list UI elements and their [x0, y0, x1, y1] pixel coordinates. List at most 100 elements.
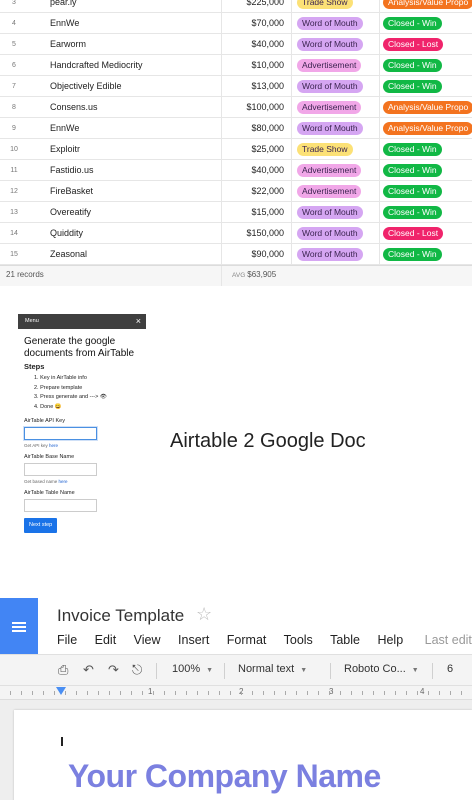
- amount-cell[interactable]: $15,000: [221, 202, 291, 223]
- company-name-cell[interactable]: Handcrafted Mediocrity: [50, 55, 220, 76]
- docs-logo-icon[interactable]: [0, 598, 38, 654]
- table-row[interactable]: 10 Exploitr $25,000 Trade Show Closed - Win: [0, 139, 472, 160]
- status-cell[interactable]: Closed - Win: [379, 181, 472, 202]
- source-cell[interactable]: Word of Mouth: [291, 13, 379, 34]
- status-cell[interactable]: Closed - Lost: [379, 223, 472, 244]
- api-key-input[interactable]: [24, 427, 97, 440]
- status-cell[interactable]: Closed - Win: [379, 160, 472, 181]
- table-row[interactable]: 14 Quiddity $150,000 Word of Mouth Closed - …: [0, 223, 472, 244]
- company-name-cell[interactable]: Quiddity: [50, 223, 220, 244]
- paint-format-icon[interactable]: ⎋: [132, 662, 142, 678]
- style-select[interactable]: Normal text ▼: [238, 663, 307, 675]
- amount-cell[interactable]: $100,000: [221, 97, 291, 118]
- amount-cell[interactable]: $150,000: [221, 223, 291, 244]
- redo-icon[interactable]: ↷: [108, 662, 119, 678]
- table-row[interactable]: 15 Zeasonal $90,000 Word of Mouth Closed - W…: [0, 244, 472, 265]
- table-row[interactable]: 9 EnnWe $80,000 Word of Mouth Analysis/Value…: [0, 118, 472, 139]
- source-cell[interactable]: Word of Mouth: [291, 202, 379, 223]
- status-cell[interactable]: Analysis/Value Propo: [379, 0, 472, 13]
- source-cell[interactable]: Word of Mouth: [291, 244, 379, 265]
- source-cell[interactable]: Advertisement: [291, 160, 379, 181]
- menu-edit[interactable]: Edit: [95, 633, 117, 647]
- menu-tools[interactable]: Tools: [284, 633, 313, 647]
- close-icon[interactable]: ×: [136, 314, 141, 329]
- font-size-select[interactable]: 6: [447, 663, 453, 675]
- amount-cell[interactable]: $70,000: [221, 13, 291, 34]
- company-name-cell[interactable]: Objectively Edible: [50, 76, 220, 97]
- menu-help[interactable]: Help: [377, 633, 403, 647]
- undo-icon[interactable]: ↶: [83, 662, 94, 678]
- table-row[interactable]: 13 Overeatify $15,000 Word of Mouth Closed -…: [0, 202, 472, 223]
- document-page[interactable]: Your Company Name: [14, 710, 472, 800]
- star-icon[interactable]: ☆: [196, 604, 212, 625]
- base-name-input[interactable]: [24, 463, 97, 476]
- source-cell[interactable]: Word of Mouth: [291, 118, 379, 139]
- font-select[interactable]: Roboto Co... ▼: [344, 663, 419, 675]
- table-row[interactable]: 7 Objectively Edible $13,000 Word of Mouth C…: [0, 76, 472, 97]
- source-cell[interactable]: Advertisement: [291, 55, 379, 76]
- source-cell[interactable]: Advertisement: [291, 181, 379, 202]
- status-cell[interactable]: Closed - Win: [379, 202, 472, 223]
- company-name-cell[interactable]: EnnWe: [50, 118, 220, 139]
- company-name-cell[interactable]: Consens.us: [50, 97, 220, 118]
- status-cell[interactable]: Closed - Win: [379, 76, 472, 97]
- status-cell[interactable]: Analysis/Value Propo: [379, 118, 472, 139]
- table-row[interactable]: 4 EnnWe $70,000 Word of Mouth Closed - Win: [0, 13, 472, 34]
- amount-cell[interactable]: $40,000: [221, 160, 291, 181]
- status-tag: Closed - Win: [383, 164, 442, 177]
- table-row[interactable]: 3 pear.ly $225,000 Trade Show Analysis/Value…: [0, 0, 472, 13]
- document-canvas[interactable]: Your Company Name: [0, 700, 472, 800]
- last-edit-link[interactable]: Last edit wa: [425, 633, 472, 647]
- menu-insert[interactable]: Insert: [178, 633, 209, 647]
- source-cell[interactable]: Word of Mouth: [291, 34, 379, 55]
- status-cell[interactable]: Closed - Win: [379, 244, 472, 265]
- company-name-cell[interactable]: Fastidio.us: [50, 160, 220, 181]
- company-name-heading[interactable]: Your Company Name: [68, 758, 381, 795]
- amount-cell[interactable]: $22,000: [221, 181, 291, 202]
- company-name-cell[interactable]: Exploitr: [50, 139, 220, 160]
- source-cell[interactable]: Trade Show: [291, 0, 379, 13]
- ruler-tick: [351, 691, 352, 695]
- company-name-cell[interactable]: Earworm: [50, 34, 220, 55]
- print-icon[interactable]: ⎙: [58, 662, 68, 678]
- amount-cell[interactable]: $80,000: [221, 118, 291, 139]
- table-row[interactable]: 8 Consens.us $100,000 Advertisement Analysis…: [0, 97, 472, 118]
- amount-cell[interactable]: $90,000: [221, 244, 291, 265]
- source-cell[interactable]: Advertisement: [291, 97, 379, 118]
- status-cell[interactable]: Analysis/Value Propo: [379, 97, 472, 118]
- source-cell[interactable]: Word of Mouth: [291, 223, 379, 244]
- status-cell[interactable]: Closed - Win: [379, 13, 472, 34]
- menu-table[interactable]: Table: [330, 633, 360, 647]
- api-key-link[interactable]: here: [49, 443, 58, 448]
- menu-file[interactable]: File: [57, 633, 77, 647]
- menu-view[interactable]: View: [134, 633, 161, 647]
- company-name-cell[interactable]: FireBasket: [50, 181, 220, 202]
- company-name-cell[interactable]: EnnWe: [50, 13, 220, 34]
- source-cell[interactable]: Trade Show: [291, 139, 379, 160]
- table-row[interactable]: 5 Earworm $40,000 Word of Mouth Closed - Los…: [0, 34, 472, 55]
- zoom-select[interactable]: 100% ▼: [172, 663, 213, 675]
- company-name-cell[interactable]: pear.ly: [50, 0, 220, 13]
- company-name-cell[interactable]: Overeatify: [50, 202, 220, 223]
- amount-cell[interactable]: $25,000: [221, 139, 291, 160]
- table-row[interactable]: 11 Fastidio.us $40,000 Advertisement Closed …: [0, 160, 472, 181]
- avg-label: AVG: [232, 272, 246, 279]
- table-row[interactable]: 12 FireBasket $22,000 Advertisement Closed -…: [0, 181, 472, 202]
- document-title[interactable]: Invoice Template: [57, 606, 184, 626]
- status-cell[interactable]: Closed - Win: [379, 139, 472, 160]
- next-step-button[interactable]: Next step: [24, 518, 58, 533]
- amount-summary[interactable]: AVG $63,905: [221, 266, 291, 286]
- amount-cell[interactable]: $10,000: [221, 55, 291, 76]
- ruler-tick: [285, 691, 286, 695]
- amount-cell[interactable]: $225,000: [221, 0, 291, 13]
- table-name-input[interactable]: [24, 499, 97, 512]
- status-cell[interactable]: Closed - Win: [379, 55, 472, 76]
- base-name-link[interactable]: here: [59, 479, 68, 484]
- status-cell[interactable]: Closed - Lost: [379, 34, 472, 55]
- menu-format[interactable]: Format: [227, 633, 267, 647]
- table-row[interactable]: 6 Handcrafted Mediocrity $10,000 Advertisem…: [0, 55, 472, 76]
- amount-cell[interactable]: $13,000: [221, 76, 291, 97]
- amount-cell[interactable]: $40,000: [221, 34, 291, 55]
- source-cell[interactable]: Word of Mouth: [291, 76, 379, 97]
- company-name-cell[interactable]: Zeasonal: [50, 244, 220, 265]
